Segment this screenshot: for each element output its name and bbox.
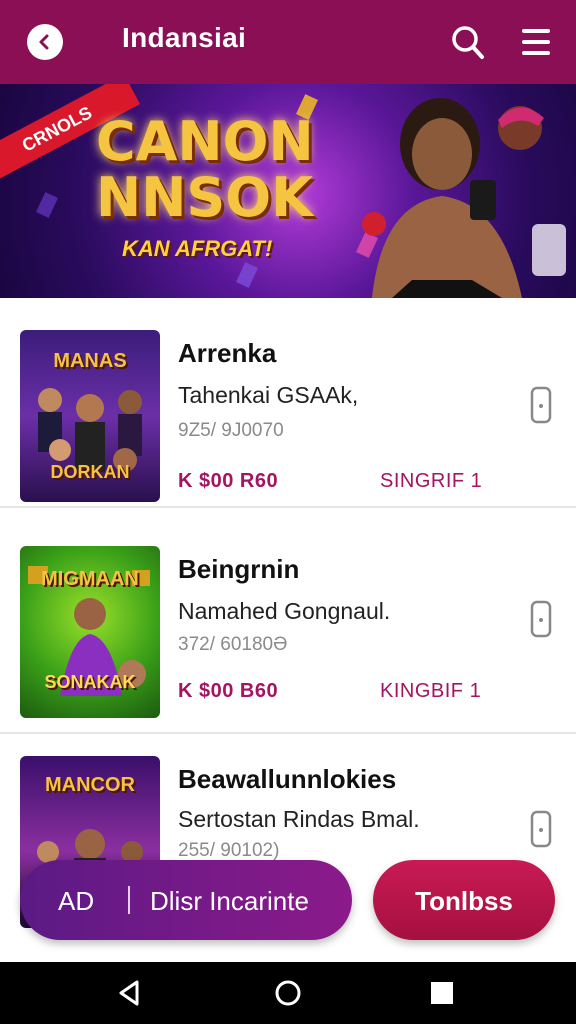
phone-icon[interactable]: [530, 600, 552, 638]
item-title: Arrenka: [178, 338, 277, 368]
item-thumbnail: MANAS DORKAN: [20, 330, 160, 502]
hamburger-menu-icon: [522, 29, 550, 55]
banner-hero-illustration: [362, 98, 566, 298]
item-description: Tahenkai GSAAk,: [178, 382, 359, 408]
primary-action-label: Tonlbss: [415, 886, 513, 916]
list-item[interactable]: MANAS DORKAN Arrenka Tahenkai GSAAk, 9Z5…: [0, 298, 576, 508]
item-meta: 255/ 90102): [178, 840, 280, 861]
nav-back-icon[interactable]: [113, 976, 147, 1010]
banner-headline: CANON NNSOK: [96, 114, 314, 226]
thumbnail-subtitle: DORKAN: [50, 462, 130, 482]
app-screen: Indansiai CRNOLS CANON NNSOK KAN AFRGAT!: [0, 0, 576, 1024]
item-tag: SINGRIF 1: [380, 470, 483, 492]
system-nav-bar: [0, 962, 576, 1024]
primary-action-button[interactable]: Tonlbss: [373, 860, 555, 940]
item-price: K $00 B60: [178, 680, 279, 702]
decor-spark: [236, 262, 258, 288]
item-description: Namahed Gongnaul.: [178, 598, 391, 624]
thumbnail-subtitle: SONAKAK: [44, 672, 136, 692]
search-icon: [452, 26, 484, 59]
promo-banner[interactable]: CRNOLS CANON NNSOK KAN AFRGAT!: [0, 84, 576, 298]
back-arrow-icon: [39, 34, 49, 50]
ad-label: AD: [58, 886, 95, 916]
search-button[interactable]: [450, 22, 486, 62]
top-app-bar: Indansiai: [0, 0, 576, 84]
item-price: K $00 R60: [178, 470, 279, 492]
item-tag: KINGBIF 1: [380, 680, 482, 702]
decor-spark: [36, 192, 58, 218]
banner-headline-line2: NNSOK: [96, 166, 314, 229]
menu-button[interactable]: [520, 22, 552, 62]
ad-button[interactable]: AD Dlisr Incarinte: [20, 860, 352, 940]
item-title: Beawallunnlokies: [178, 764, 397, 794]
phone-icon[interactable]: [530, 810, 552, 848]
nav-home-icon[interactable]: [271, 976, 305, 1010]
item-description: Sertostan Rindas Bmal.: [178, 806, 420, 832]
item-title: Beingrnin: [178, 554, 300, 584]
banner-subline: KAN AFRGAT!: [122, 236, 273, 261]
banner-headline-line1: CANON: [96, 110, 314, 173]
item-thumbnail: MIGMAAN SONAKAK: [20, 546, 160, 718]
item-meta: 372/ 60180Ә: [178, 634, 288, 655]
ad-text: Dlisr Incarinte: [150, 886, 309, 916]
thumbnail-title: MANCOR: [45, 774, 135, 796]
list-item[interactable]: MIGMAAN SONAKAK Beingrnin Namahed Gongna…: [0, 524, 576, 734]
back-button[interactable]: [27, 24, 63, 60]
phone-icon[interactable]: [530, 386, 552, 424]
nav-recents-icon[interactable]: [425, 976, 459, 1010]
thumbnail-title: MANAS: [53, 350, 127, 372]
thumbnail-title: MIGMAAN: [41, 568, 139, 590]
item-meta: 9Z5/ 9J0070: [178, 420, 284, 441]
page-title: Indansiai: [122, 22, 247, 53]
ad-divider: [128, 886, 130, 914]
